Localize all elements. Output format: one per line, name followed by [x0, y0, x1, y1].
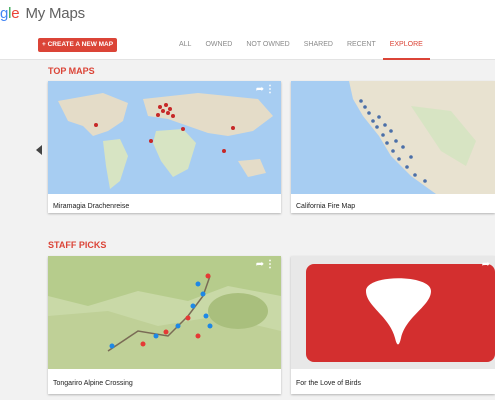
tab-all[interactable]: ALL: [172, 30, 198, 60]
section-title-top-maps: TOP MAPS: [48, 66, 95, 76]
map-card-tongariro[interactable]: ➦ ⋮ Tongariro Alpine Crossing: [48, 256, 281, 394]
app-header: gle My Maps: [0, 0, 495, 30]
map-card-title: Tongariro Alpine Crossing: [53, 380, 133, 387]
map-card-title: California Fire Map: [296, 203, 356, 210]
tab-not-owned[interactable]: NOT OWNED: [239, 30, 296, 60]
map-card-title: For the Love of Birds: [296, 380, 361, 387]
chevron-left-icon[interactable]: [36, 145, 42, 155]
section-title-staff-picks: STAFF PICKS: [48, 240, 107, 250]
share-icon[interactable]: ➦: [481, 259, 491, 271]
more-vert-icon[interactable]: ⋮: [265, 84, 275, 96]
logo[interactable]: gle My Maps: [0, 5, 85, 22]
toolbar: + CREATE A NEW MAP ALL OWNED NOT OWNED S…: [0, 30, 495, 60]
map-thumbnail[interactable]: ➦ ⋮: [48, 256, 281, 369]
tab-shared[interactable]: SHARED: [297, 30, 340, 60]
create-new-map-button[interactable]: + CREATE A NEW MAP: [38, 38, 118, 52]
map-card-love-of-birds[interactable]: ➦ For the Love of Birds: [291, 256, 495, 394]
app-name: My Maps: [25, 5, 85, 22]
tab-recent[interactable]: RECENT: [340, 30, 383, 60]
tab-owned[interactable]: OWNED: [198, 30, 239, 60]
share-icon[interactable]: ➦: [255, 84, 265, 96]
map-thumbnail[interactable]: ➦ ⋮: [48, 81, 281, 194]
share-icon[interactable]: ➦: [255, 259, 265, 271]
map-card-title: Miramagia Drachenreise: [53, 203, 130, 210]
logo-wordmark: gle: [0, 5, 20, 22]
map-thumbnail[interactable]: [291, 81, 495, 194]
map-card-california-fire[interactable]: California Fire Map: [291, 81, 495, 213]
tab-explore[interactable]: EXPLORE: [382, 30, 430, 60]
map-thumbnail[interactable]: ➦: [291, 256, 495, 369]
map-card-miramagia[interactable]: ➦ ⋮ Miramagia Drachenreise: [48, 81, 281, 213]
filter-tabs: ALL OWNED NOT OWNED SHARED RECENT EXPLOR…: [172, 30, 430, 60]
more-vert-icon[interactable]: ⋮: [265, 259, 275, 271]
